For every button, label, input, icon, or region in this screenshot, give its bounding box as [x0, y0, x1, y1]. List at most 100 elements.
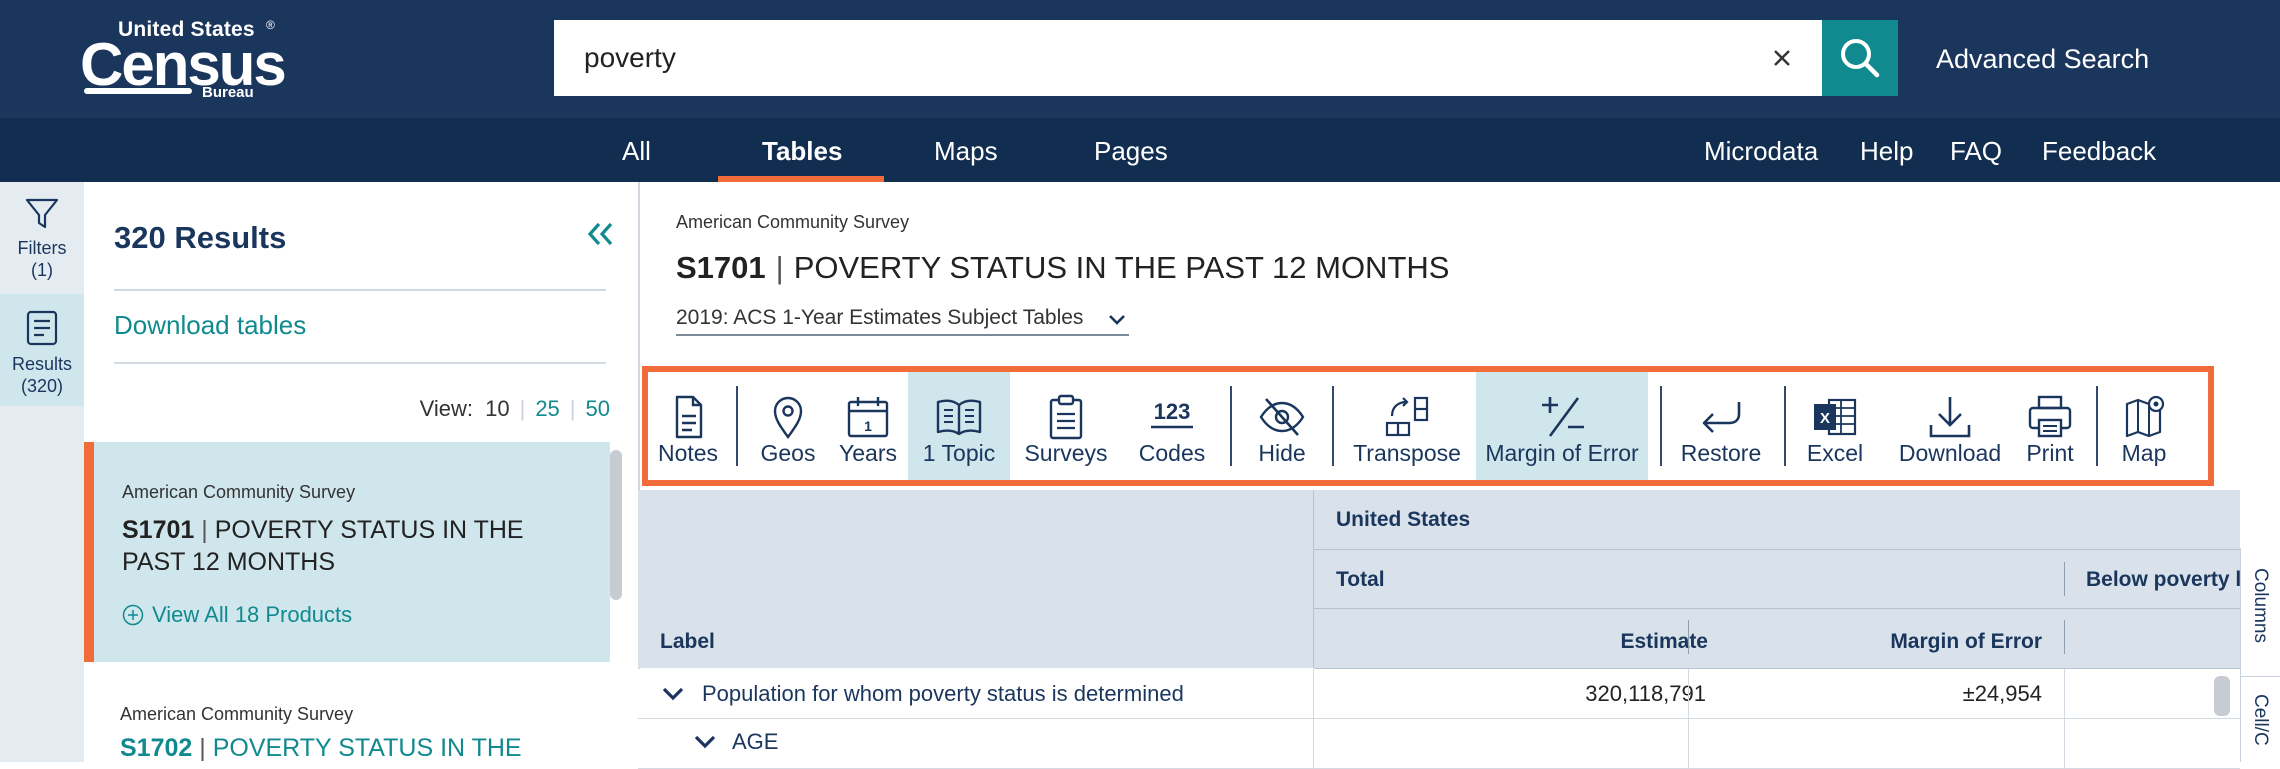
- column-divider: [1688, 620, 1689, 654]
- search-query-text[interactable]: poverty: [584, 42, 676, 74]
- results-count: (320): [20, 376, 64, 396]
- tab-tables[interactable]: Tables: [762, 136, 842, 167]
- codes-button[interactable]: 123 Codes: [1122, 372, 1222, 480]
- table-scrollbar[interactable]: [2214, 676, 2230, 716]
- columns-tab[interactable]: Columns: [2241, 568, 2280, 668]
- survey-name: American Community Survey: [676, 212, 910, 232]
- restore-button[interactable]: Restore: [1670, 372, 1772, 480]
- toolbar-divider: [1230, 386, 1232, 466]
- result-code: S1702: [120, 734, 193, 762]
- table-title-text: POVERTY STATUS IN THE PAST 12 MONTHS: [793, 250, 1450, 285]
- results-count-heading: 320 Results: [114, 220, 287, 255]
- nav-link-faq[interactable]: FAQ: [1950, 136, 2002, 167]
- column-divider: [2064, 562, 2065, 596]
- site-header: United States ® Census Bureau poverty Ad…: [0, 0, 2280, 118]
- view-option-10[interactable]: 10: [479, 396, 509, 421]
- tab-maps[interactable]: Maps: [934, 136, 998, 167]
- table-row[interactable]: Population for whom poverty status is de…: [638, 669, 2240, 719]
- column-divider: [2064, 620, 2065, 654]
- notes-button[interactable]: Notes: [648, 372, 728, 480]
- download-icon: [1929, 397, 1971, 438]
- svg-text:1: 1: [864, 418, 872, 434]
- logo-swoosh: [84, 88, 192, 94]
- moe-column-header[interactable]: Margin of Error: [1738, 630, 2042, 654]
- main-nav: All Tables Maps Pages Microdata Help FAQ…: [0, 118, 2280, 182]
- chevron-down-icon: [1109, 315, 1126, 325]
- print-button[interactable]: Print: [2012, 372, 2088, 480]
- clipboard-icon: [1049, 394, 1083, 440]
- toolbar-divider: [736, 386, 738, 466]
- below-poverty-header: Below poverty l: [2086, 568, 2242, 591]
- svg-text:X: X: [1820, 410, 1830, 427]
- transpose-button[interactable]: Transpose: [1344, 372, 1470, 480]
- result-title[interactable]: S1702 | POVERTY STATUS IN THE: [120, 734, 522, 763]
- clear-search-icon[interactable]: [1762, 38, 1802, 78]
- label-header: Label: [660, 630, 715, 653]
- geos-button[interactable]: Geos: [748, 372, 828, 480]
- vintage-selected: 2019: ACS 1-Year Estimates Subject Table…: [676, 306, 1084, 329]
- download-tables-link[interactable]: Download tables: [114, 310, 306, 341]
- filter-icon: [25, 198, 59, 229]
- divider: [114, 362, 606, 364]
- advanced-search-link[interactable]: Advanced Search: [1936, 44, 2149, 75]
- chevron-down-icon[interactable]: [660, 683, 686, 705]
- open-book-icon: [936, 399, 982, 436]
- data-table: United States Total Below poverty l Labe…: [638, 490, 2242, 769]
- nav-link-microdata[interactable]: Microdata: [1704, 136, 1818, 167]
- table-view: American Community Survey S1701 | POVERTY …: [638, 182, 2280, 769]
- chevron-down-icon[interactable]: [692, 731, 718, 753]
- view-option-50[interactable]: 50: [586, 396, 610, 421]
- result-item-selected[interactable]: American Community Survey S1701 | POVERT…: [84, 442, 610, 662]
- table-toolbar: Notes Geos 1 Years 1 Topic Surveys 123 C…: [648, 372, 2210, 480]
- years-button[interactable]: 1 Years: [828, 372, 908, 480]
- census-logo[interactable]: United States ® Census Bureau: [80, 18, 290, 102]
- tab-pages[interactable]: Pages: [1094, 136, 1168, 167]
- row-estimate: 320,118,791: [1585, 681, 1706, 706]
- filters-rail-button[interactable]: Filters (1): [0, 182, 84, 294]
- row-label: AGE: [732, 729, 779, 754]
- results-scrollbar[interactable]: [610, 450, 622, 600]
- codes-123-icon: 123: [1151, 399, 1193, 429]
- view-label: View:: [419, 396, 473, 421]
- topic-button[interactable]: 1 Topic: [908, 372, 1010, 480]
- page-size-selector: View: 10 | 25 | 50: [419, 396, 610, 421]
- toolbar-divider: [1660, 386, 1662, 466]
- search-input[interactable]: poverty: [554, 20, 1822, 96]
- results-panel: 320 Results Download tables View: 10 | 25 |…: [84, 182, 640, 762]
- vintage-dropdown[interactable]: 2019: ACS 1-Year Estimates Subject Table…: [676, 306, 1130, 336]
- result-title-text: POVERTY STATUS IN THE: [212, 734, 522, 762]
- left-rail: Filters (1) Results (320): [0, 182, 85, 762]
- svg-text:123: 123: [1154, 399, 1191, 424]
- cell-tab[interactable]: Cell/C: [2241, 694, 2280, 764]
- nav-link-feedback[interactable]: Feedback: [2042, 136, 2156, 167]
- excel-icon: X: [1814, 398, 1857, 436]
- table-title: S1701 | POVERTY STATUS IN THE PAST 12 MONT…: [676, 250, 1450, 285]
- surveys-button[interactable]: Surveys: [1010, 372, 1122, 480]
- transpose-icon: [1385, 396, 1429, 437]
- filters-count: (1): [31, 260, 53, 280]
- restore-arrow-icon: [1702, 402, 1741, 433]
- result-item[interactable]: American Community Survey S1702 | POVERT…: [84, 662, 610, 762]
- view-option-25[interactable]: 25: [535, 396, 559, 421]
- results-rail-button[interactable]: Results (320): [0, 294, 84, 406]
- search-button[interactable]: [1822, 20, 1898, 96]
- result-title[interactable]: S1701 | POVERTY STATUS IN THE PAST 12 MO…: [122, 514, 562, 578]
- table-code: S1701: [676, 250, 766, 285]
- calendar-icon: 1: [847, 397, 889, 438]
- divider: [114, 289, 606, 291]
- nav-link-help[interactable]: Help: [1860, 136, 1913, 167]
- side-panel-tabs: Columns Cell/C: [2240, 548, 2280, 762]
- result-code: S1701: [122, 516, 195, 544]
- hide-button[interactable]: Hide: [1240, 372, 1324, 480]
- view-all-products-link[interactable]: View All 18 Products: [122, 602, 352, 628]
- estimate-column-header[interactable]: Estimate: [1490, 630, 1708, 654]
- map-button[interactable]: Map: [2104, 372, 2184, 480]
- row-label: Population for whom poverty status is de…: [702, 681, 1184, 706]
- total-header: Total: [1336, 568, 1385, 591]
- collapse-panel-icon[interactable]: [584, 218, 616, 250]
- tab-all[interactable]: All: [622, 136, 651, 167]
- download-button[interactable]: Download: [1888, 372, 2012, 480]
- label-column-header: [638, 490, 1314, 668]
- excel-button[interactable]: X Excel: [1794, 372, 1876, 480]
- margin-of-error-button[interactable]: Margin of Error: [1476, 372, 1648, 480]
